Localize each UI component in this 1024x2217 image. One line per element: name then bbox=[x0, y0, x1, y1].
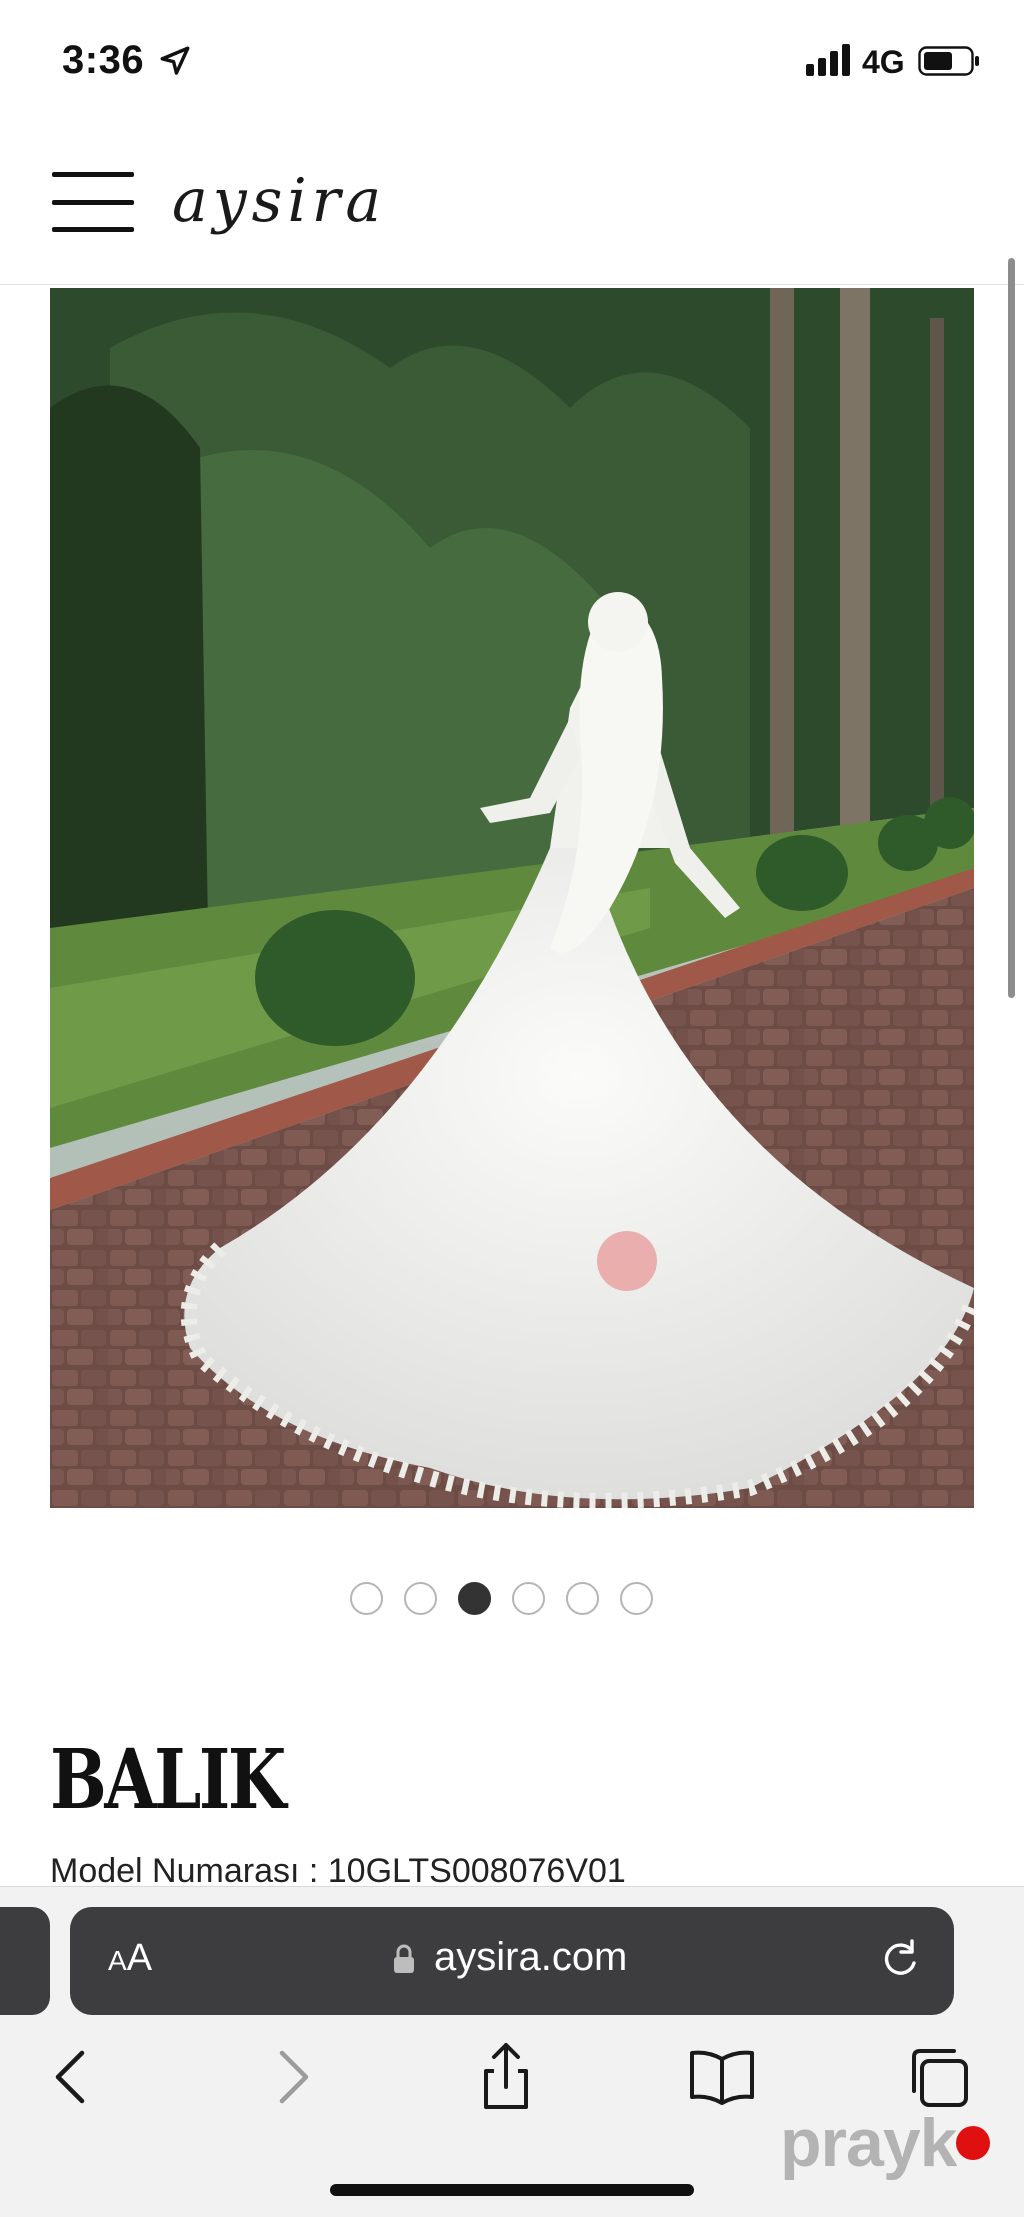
product-image[interactable] bbox=[50, 288, 974, 1508]
previous-tab-preview[interactable] bbox=[0, 1907, 50, 2015]
share-icon[interactable] bbox=[466, 2037, 546, 2117]
product-title: BALIK bbox=[50, 1732, 286, 1828]
signal-icon bbox=[806, 44, 850, 76]
hamburger-menu-icon[interactable] bbox=[52, 172, 134, 232]
model-number-label: Model Numarası : bbox=[50, 1852, 328, 1890]
site-header: aysira bbox=[0, 120, 1024, 285]
network-type: 4G bbox=[862, 44, 905, 80]
lock-icon bbox=[394, 1944, 414, 1973]
status-bar: 3:36 4G bbox=[0, 0, 1024, 120]
reload-icon[interactable] bbox=[878, 1937, 922, 1981]
watermark: prayk bbox=[780, 2105, 957, 2181]
carousel-dot[interactable] bbox=[512, 1582, 545, 1615]
watermark-dot-icon bbox=[956, 2126, 990, 2160]
carousel-dots bbox=[350, 1582, 653, 1618]
battery-icon bbox=[918, 46, 979, 76]
back-icon[interactable] bbox=[32, 2037, 112, 2117]
site-logo[interactable]: aysira bbox=[172, 166, 386, 236]
bookmarks-icon[interactable] bbox=[682, 2037, 762, 2117]
home-indicator[interactable] bbox=[330, 2184, 694, 2196]
status-time: 3:36 bbox=[62, 38, 145, 82]
carousel-dot[interactable] bbox=[350, 1582, 383, 1615]
text-size-button[interactable]: AA bbox=[108, 1937, 152, 1980]
address-bar[interactable]: AA aysira.com bbox=[70, 1907, 954, 2015]
carousel-dot[interactable] bbox=[566, 1582, 599, 1615]
scroll-indicator[interactable] bbox=[1008, 258, 1015, 998]
url-text[interactable]: aysira.com bbox=[434, 1935, 627, 1980]
model-number-value: 10GLTS008076V01 bbox=[327, 1852, 626, 1890]
forward-icon[interactable] bbox=[252, 2037, 332, 2117]
carousel-dot[interactable] bbox=[620, 1582, 653, 1615]
location-arrow-icon bbox=[160, 46, 190, 75]
carousel-dot[interactable] bbox=[458, 1582, 491, 1615]
carousel-dot[interactable] bbox=[404, 1582, 437, 1615]
